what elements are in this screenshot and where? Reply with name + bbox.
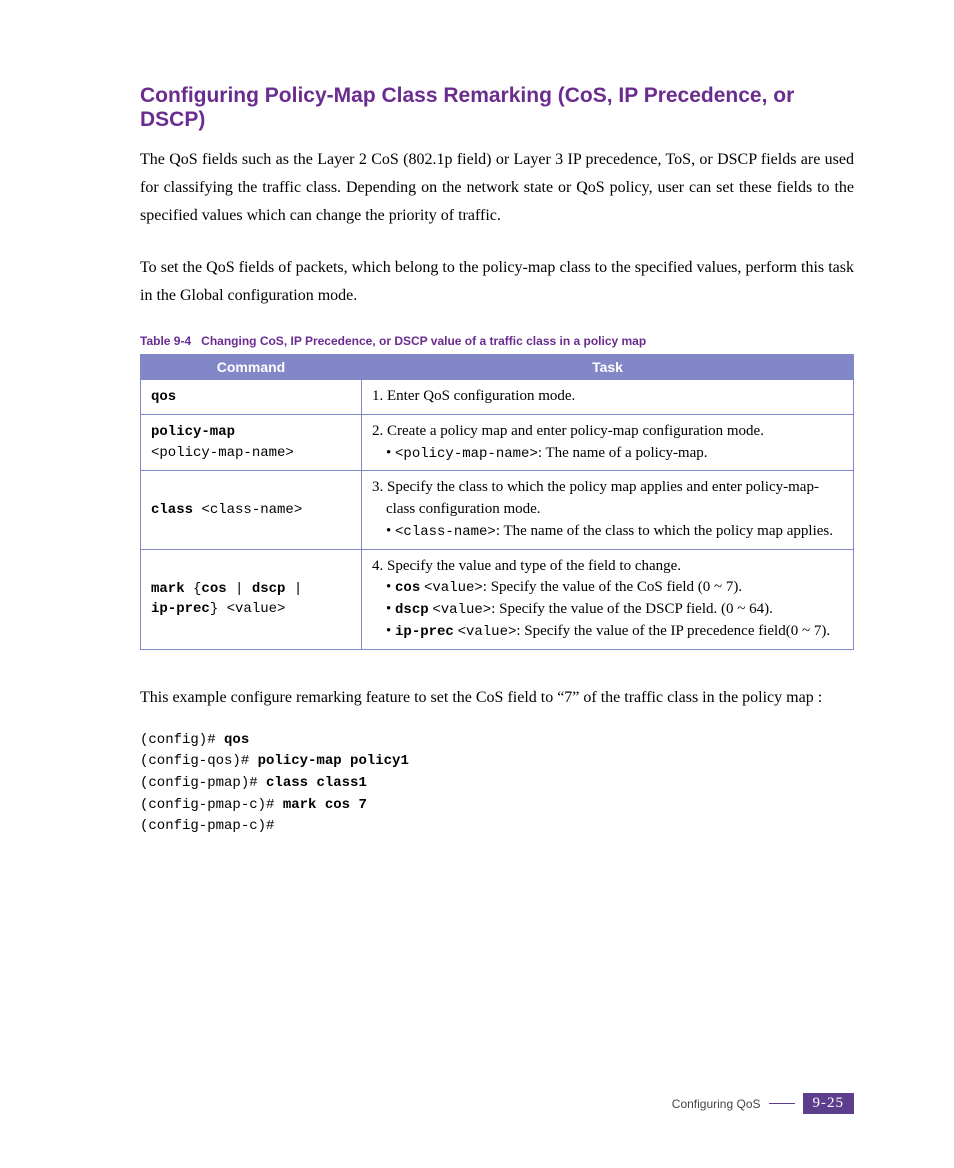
table-row: policy-map<policy-map-name>2. Create a p… [141, 414, 854, 471]
page-footer: Configuring QoS 9-25 [672, 1093, 854, 1114]
example-paragraph: This example configure remarking feature… [140, 684, 854, 712]
example-colon: : [818, 689, 822, 706]
command-cell: mark {cos | dscp |ip-prec} <value> [141, 549, 362, 649]
footer-section-label: Configuring QoS [672, 1097, 761, 1111]
example-text-part-1: This example configure remarking feature… [140, 689, 698, 706]
command-cell: qos [141, 380, 362, 415]
task-cell: 3. Specify the class to which the policy… [362, 471, 854, 549]
section-heading: Configuring Policy-Map Class Remarking (… [140, 84, 854, 132]
table-row: mark {cos | dscp |ip-prec} <value>4. Spe… [141, 549, 854, 649]
table-header-row: Command Task [141, 355, 854, 380]
table-row: class <class-name>3. Specify the class t… [141, 471, 854, 549]
table-header-command: Command [141, 355, 362, 380]
table-caption-text: Changing CoS, IP Precedence, or DSCP val… [201, 334, 646, 348]
table-caption: Table 9-4 Changing CoS, IP Precedence, o… [140, 334, 854, 348]
task-cell: 2. Create a policy map and enter policy-… [362, 414, 854, 471]
table-header-task: Task [362, 355, 854, 380]
command-table: Command Task qos1. Enter QoS configurati… [140, 354, 854, 650]
intro-paragraph-1: The QoS fields such as the Layer 2 CoS (… [140, 146, 854, 230]
task-cell: 4. Specify the value and type of the fie… [362, 549, 854, 649]
task-cell: 1. Enter QoS configuration mode. [362, 380, 854, 415]
document-page: Configuring Policy-Map Class Remarking (… [0, 0, 954, 1168]
example-text-part-2: in the policy map [702, 689, 814, 706]
table-row: qos1. Enter QoS configuration mode. [141, 380, 854, 415]
intro-paragraph-2: To set the QoS fields of packets, which … [140, 254, 854, 310]
command-cell: policy-map<policy-map-name> [141, 414, 362, 471]
command-cell: class <class-name> [141, 471, 362, 549]
footer-rule [769, 1103, 795, 1104]
table-caption-number: Table 9-4 [140, 334, 191, 348]
footer-page-number: 9-25 [803, 1093, 855, 1114]
cli-block: (config)# qos (config-qos)# policy-map p… [140, 730, 854, 838]
